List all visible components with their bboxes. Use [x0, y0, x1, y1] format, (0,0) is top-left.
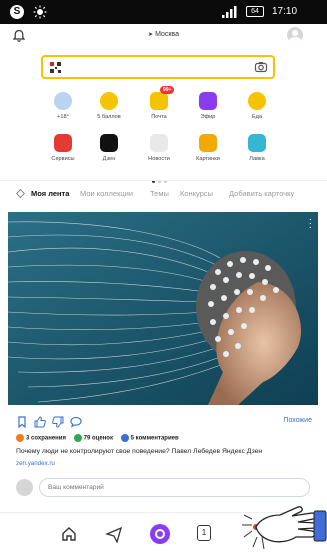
- comment-input[interactable]: [39, 478, 310, 497]
- alice-assistant-icon[interactable]: [150, 524, 170, 544]
- camera-search-icon[interactable]: [254, 60, 268, 74]
- location-arrow-icon: ➤: [148, 32, 154, 38]
- service-4[interactable]: Еда: [232, 92, 282, 120]
- service-label: Сервисы: [51, 156, 75, 162]
- comment-row: [16, 478, 312, 498]
- search-bar[interactable]: [41, 55, 275, 79]
- stat-comments: 5 комментариев: [120, 434, 179, 442]
- tab-my-feed[interactable]: Моя лента: [31, 189, 69, 198]
- service-2[interactable]: 99+ Почта: [134, 86, 184, 120]
- signal-icon: [222, 6, 237, 18]
- carousel-dots: [152, 170, 176, 183]
- yandex-services-icon: [54, 134, 72, 152]
- avatar[interactable]: [287, 27, 303, 43]
- service-label: Еда: [251, 114, 263, 120]
- service-label: Картинки: [196, 156, 220, 162]
- eeg-head-illustration: [8, 212, 318, 405]
- comment-icon[interactable]: [70, 416, 82, 428]
- tabs-count-button[interactable]: 1: [197, 525, 211, 541]
- skype-icon: S: [10, 5, 24, 19]
- service-label: Новости: [148, 156, 170, 162]
- qr-code-icon[interactable]: [50, 62, 61, 73]
- card-menu-icon[interactable]: · · ·: [309, 215, 312, 233]
- send-icon[interactable]: [105, 525, 123, 543]
- comment-avatar: [16, 479, 33, 496]
- service-6[interactable]: Дзен: [84, 134, 134, 162]
- images-icon: [199, 134, 217, 152]
- mail-count-badge: 99+: [160, 86, 175, 94]
- lavka-icon: [248, 134, 266, 152]
- service-9[interactable]: Лавка: [232, 134, 282, 162]
- service-7[interactable]: Новости: [134, 134, 184, 162]
- feed-card[interactable]: · · · Похожие 3 сохранения 79 оценок 5 ком…: [8, 212, 318, 501]
- feed-tabs: Моя лента Мои коллекции Темы Конкурсы До…: [0, 181, 327, 207]
- service-5[interactable]: Сервисы: [38, 134, 88, 162]
- like-icon[interactable]: [34, 416, 46, 428]
- service-label: Дзен: [102, 156, 116, 162]
- card-stats: 3 сохранения 79 оценок 5 комментариев: [16, 434, 185, 442]
- traffic-icon: [100, 92, 118, 110]
- tab-contests[interactable]: Конкурсы: [180, 189, 213, 198]
- zen-icon: [100, 134, 118, 152]
- card-image[interactable]: · · ·: [8, 212, 318, 405]
- location-label[interactable]: ➤ Москва: [0, 31, 327, 38]
- clock: 17:10: [272, 6, 298, 17]
- service-label: +18°: [57, 114, 69, 120]
- tab-topics[interactable]: Темы: [150, 189, 169, 198]
- service-0[interactable]: +18°: [38, 92, 88, 120]
- news-icon: [150, 134, 168, 152]
- weather-cloud-icon: [54, 92, 72, 110]
- search-input[interactable]: [67, 59, 247, 75]
- tab-my-collections[interactable]: Мои коллекции: [80, 189, 133, 198]
- similar-link[interactable]: Похожие: [283, 417, 312, 424]
- location-city: Москва: [155, 31, 179, 38]
- bookmark-icon[interactable]: [16, 416, 28, 428]
- service-8[interactable]: Картинки: [183, 134, 233, 162]
- stat-ratings: 79 оценок: [73, 434, 113, 442]
- card-source-link[interactable]: zen.yandex.ru: [16, 460, 55, 467]
- service-label: Лавка: [249, 156, 265, 162]
- home-icon[interactable]: [60, 525, 78, 543]
- service-label: 5 баллов: [97, 114, 121, 120]
- service-3[interactable]: Эфир: [183, 92, 233, 120]
- dislike-icon[interactable]: [52, 416, 64, 428]
- battery-indicator: 64: [246, 6, 264, 17]
- service-1[interactable]: 5 баллов: [84, 92, 134, 120]
- tapping-hand-icon: [242, 506, 327, 550]
- home-feed-icon[interactable]: [16, 189, 25, 198]
- card-actions: Похожие: [16, 416, 312, 430]
- card-title[interactable]: Почему люди не контролируют свое поведен…: [16, 448, 316, 455]
- status-bar: S 64 17:10: [0, 0, 327, 24]
- stat-saves: 3 сохранения: [16, 434, 66, 442]
- food-icon: [248, 92, 266, 110]
- mail-icon: 99+: [150, 86, 175, 110]
- service-label: Почта: [151, 114, 167, 120]
- service-label: Эфир: [200, 114, 216, 120]
- tab-add-card[interactable]: Добавить карточку: [229, 189, 294, 198]
- weather-notification-icon: [33, 5, 47, 19]
- efir-icon: [199, 92, 217, 110]
